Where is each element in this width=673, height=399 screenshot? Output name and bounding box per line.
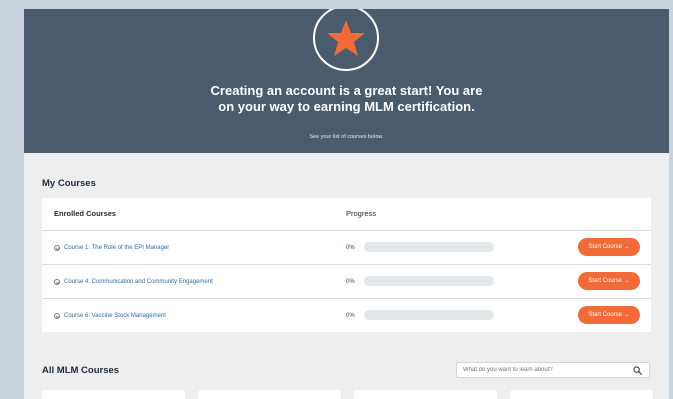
progress-bar bbox=[364, 242, 494, 252]
star-badge bbox=[313, 9, 379, 71]
course-link[interactable]: Course 4: Communication and Community En… bbox=[54, 265, 213, 299]
progress-percent: 0% bbox=[346, 313, 355, 319]
course-link-label: Course 1: The Role of the EPI Manager bbox=[64, 245, 170, 251]
table-row: Course 6: Vaccine Stock Management 0% St… bbox=[42, 298, 651, 333]
hero-subtitle: See your list of courses below. bbox=[309, 134, 384, 140]
enrolled-courses-header: Enrolled Courses bbox=[54, 209, 117, 218]
check-circle-icon bbox=[54, 279, 60, 285]
course-link-label: Course 4: Communication and Community En… bbox=[64, 279, 213, 285]
my-courses-title: My Courses bbox=[42, 178, 96, 189]
search-icon[interactable] bbox=[633, 366, 642, 375]
progress-bar bbox=[364, 310, 494, 320]
search-input[interactable] bbox=[463, 363, 623, 377]
progress-bar bbox=[364, 276, 494, 286]
enrolled-courses-table: Enrolled Courses Progress Course 1: The … bbox=[42, 198, 651, 332]
check-circle-icon bbox=[54, 313, 60, 319]
course-card[interactable] bbox=[198, 390, 341, 399]
course-card[interactable] bbox=[510, 390, 653, 399]
course-link[interactable]: Course 1: The Role of the EPI Manager bbox=[54, 231, 169, 265]
hero-title-line-1: Creating an account is a great start! Yo… bbox=[210, 83, 483, 98]
start-course-button[interactable]: Start Course → bbox=[578, 272, 640, 290]
hero-title-line-2: on your way to earning MLM certification… bbox=[218, 99, 475, 114]
page: Creating an account is a great start! Yo… bbox=[24, 9, 669, 399]
start-course-button[interactable]: Start Course → bbox=[578, 238, 640, 256]
start-course-button[interactable]: Start Course → bbox=[578, 306, 640, 324]
all-courses-title: All MLM Courses bbox=[42, 365, 120, 376]
progress-header: Progress bbox=[346, 209, 377, 218]
table-row: Course 4: Communication and Community En… bbox=[42, 264, 651, 299]
course-link[interactable]: Course 6: Vaccine Stock Management bbox=[54, 299, 166, 333]
hero-banner: Creating an account is a great start! Yo… bbox=[24, 9, 669, 153]
course-search bbox=[456, 362, 650, 378]
hero-title: Creating an account is a great start! Yo… bbox=[24, 83, 669, 115]
star-icon bbox=[327, 20, 365, 56]
course-card[interactable] bbox=[42, 390, 185, 399]
course-card[interactable] bbox=[354, 390, 497, 399]
check-circle-icon bbox=[54, 245, 60, 251]
table-row: Course 1: The Role of the EPI Manager 0%… bbox=[42, 230, 651, 265]
course-link-label: Course 6: Vaccine Stock Management bbox=[64, 313, 166, 319]
progress-percent: 0% bbox=[346, 279, 355, 285]
progress-percent: 0% bbox=[346, 245, 355, 251]
